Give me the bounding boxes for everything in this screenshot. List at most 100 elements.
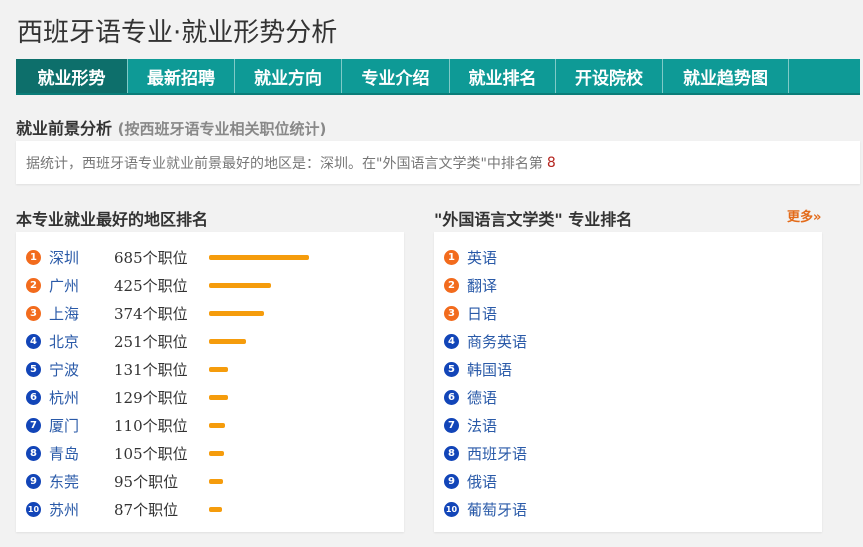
job-count: 685个职位 <box>114 248 188 267</box>
rank-badge: 5 <box>26 361 41 377</box>
region-row: 5 宁波 131个职位 <box>16 358 404 380</box>
major-row: 6 德语 <box>434 386 822 408</box>
region-city-link[interactable]: 上海 <box>49 303 79 324</box>
rank-badge: 1 <box>444 249 459 265</box>
rank-badge: 4 <box>26 333 41 349</box>
major-row: 3 日语 <box>434 302 822 324</box>
rank-badge: 10 <box>444 501 459 517</box>
major-row: 5 韩国语 <box>434 358 822 380</box>
major-link[interactable]: 德语 <box>467 387 497 408</box>
rank-badge: 1 <box>26 249 41 265</box>
major-row: 10 葡萄牙语 <box>434 498 822 520</box>
rank-badge: 7 <box>444 417 459 433</box>
region-row: 7 厦门 110个职位 <box>16 414 404 436</box>
job-count: 251个职位 <box>114 332 188 351</box>
rank-badge: 3 <box>444 305 459 321</box>
job-count-bar <box>209 479 223 484</box>
prospect-heading: 就业前景分析 (按西班牙语专业相关职位统计) <box>16 115 326 139</box>
job-count: 131个职位 <box>114 360 188 379</box>
region-city-link[interactable]: 宁波 <box>49 359 79 380</box>
major-link[interactable]: 韩国语 <box>467 359 512 380</box>
major-link[interactable]: 翻译 <box>467 275 497 296</box>
job-count-bar <box>209 423 225 428</box>
major-link[interactable]: 日语 <box>467 303 497 324</box>
major-row: 1 英语 <box>434 246 822 268</box>
tab-career-direction[interactable]: 就业方向 <box>235 59 342 93</box>
job-count-bar <box>209 395 228 400</box>
region-row: 4 北京 251个职位 <box>16 330 404 352</box>
job-count-bar <box>209 367 228 372</box>
major-row: 9 俄语 <box>434 470 822 492</box>
rank-badge: 5 <box>444 361 459 377</box>
rank-badge: 8 <box>444 445 459 461</box>
major-link[interactable]: 法语 <box>467 415 497 436</box>
tab-major-intro[interactable]: 专业介绍 <box>342 59 450 93</box>
rank-badge: 9 <box>26 473 41 489</box>
tab-schools[interactable]: 开设院校 <box>556 59 663 93</box>
majors-card: 1 英语 2 翻译 3 日语 4 商务英语 5 韩国语 6 德语 7 法语 8 西班牙语 9 俄语 10 葡萄牙语 <box>434 232 822 532</box>
job-count: 425个职位 <box>114 276 188 295</box>
rank-badge: 6 <box>26 389 41 405</box>
major-link[interactable]: 英语 <box>467 247 497 268</box>
rank-badge: 3 <box>26 305 41 321</box>
region-city-link[interactable]: 杭州 <box>49 387 79 408</box>
major-row: 8 西班牙语 <box>434 442 822 464</box>
region-city-link[interactable]: 厦门 <box>49 415 79 436</box>
rank-badge: 10 <box>26 501 41 517</box>
major-row: 2 翻译 <box>434 274 822 296</box>
tab-employment-ranking[interactable]: 就业排名 <box>450 59 556 93</box>
rank-badge: 8 <box>26 445 41 461</box>
job-count: 95个职位 <box>114 472 179 491</box>
job-count-bar <box>209 255 309 260</box>
job-count-bar <box>209 507 222 512</box>
page-title: 西班牙语专业·就业形势分析 <box>17 18 338 48</box>
job-count-bar <box>209 451 224 456</box>
prospect-summary: 据统计，西班牙语专业就业前景最好的地区是：深圳。在"外国语言文学类"中排名第 8 <box>16 141 860 184</box>
major-link[interactable]: 葡萄牙语 <box>467 499 527 520</box>
rank-badge: 4 <box>444 333 459 349</box>
region-row: 10 苏州 87个职位 <box>16 498 404 520</box>
more-link[interactable]: 更多» <box>787 206 821 225</box>
tab-latest-jobs[interactable]: 最新招聘 <box>128 59 235 93</box>
region-city-link[interactable]: 广州 <box>49 275 79 296</box>
region-city-link[interactable]: 深圳 <box>49 247 79 268</box>
region-row: 9 东莞 95个职位 <box>16 470 404 492</box>
tab-trend-chart[interactable]: 就业趋势图 <box>663 59 789 93</box>
region-row: 1 深圳 685个职位 <box>16 246 404 268</box>
regions-title: 本专业就业最好的地区排名 <box>16 210 209 229</box>
major-link[interactable]: 俄语 <box>467 471 497 492</box>
region-city-link[interactable]: 苏州 <box>49 499 79 520</box>
region-city-link[interactable]: 青岛 <box>49 443 79 464</box>
rank-badge: 7 <box>26 417 41 433</box>
rank-badge: 6 <box>444 389 459 405</box>
regions-card: 1 深圳 685个职位 2 广州 425个职位 3 上海 374个职位 4 北京 251个职位 5 宁波 1… <box>16 232 404 532</box>
job-count: 110个职位 <box>114 416 188 435</box>
prospect-title: 就业前景分析 <box>16 119 113 138</box>
major-row: 7 法语 <box>434 414 822 436</box>
region-row: 6 杭州 129个职位 <box>16 386 404 408</box>
region-city-link[interactable]: 北京 <box>49 331 79 352</box>
rank-badge: 9 <box>444 473 459 489</box>
majors-title: "外国语言文学类" 专业排名 <box>434 210 633 229</box>
major-link[interactable]: 西班牙语 <box>467 443 527 464</box>
summary-rank: 8 <box>546 154 556 171</box>
region-row: 3 上海 374个职位 <box>16 302 404 324</box>
summary-text: 据统计，西班牙语专业就业前景最好的地区是：深圳。在"外国语言文学类"中排名第 <box>26 155 543 172</box>
major-row: 4 商务英语 <box>434 330 822 352</box>
job-count: 105个职位 <box>114 444 188 463</box>
job-count-bar <box>209 283 271 288</box>
job-count-bar <box>209 311 264 316</box>
region-row: 2 广州 425个职位 <box>16 274 404 296</box>
rank-badge: 2 <box>26 277 41 293</box>
job-count: 374个职位 <box>114 304 188 323</box>
region-city-link[interactable]: 东莞 <box>49 471 79 492</box>
job-count: 87个职位 <box>114 500 179 519</box>
region-row: 8 青岛 105个职位 <box>16 442 404 464</box>
tab-employment-situation[interactable]: 就业形势 <box>16 59 128 93</box>
rank-badge: 2 <box>444 277 459 293</box>
job-count: 129个职位 <box>114 388 188 407</box>
major-link[interactable]: 商务英语 <box>467 331 527 352</box>
prospect-subtitle: (按西班牙语专业相关职位统计) <box>117 120 327 138</box>
tabs-underline <box>16 93 860 95</box>
nav-tabs: 就业形势 最新招聘 就业方向 专业介绍 就业排名 开设院校 就业趋势图 <box>16 59 860 93</box>
